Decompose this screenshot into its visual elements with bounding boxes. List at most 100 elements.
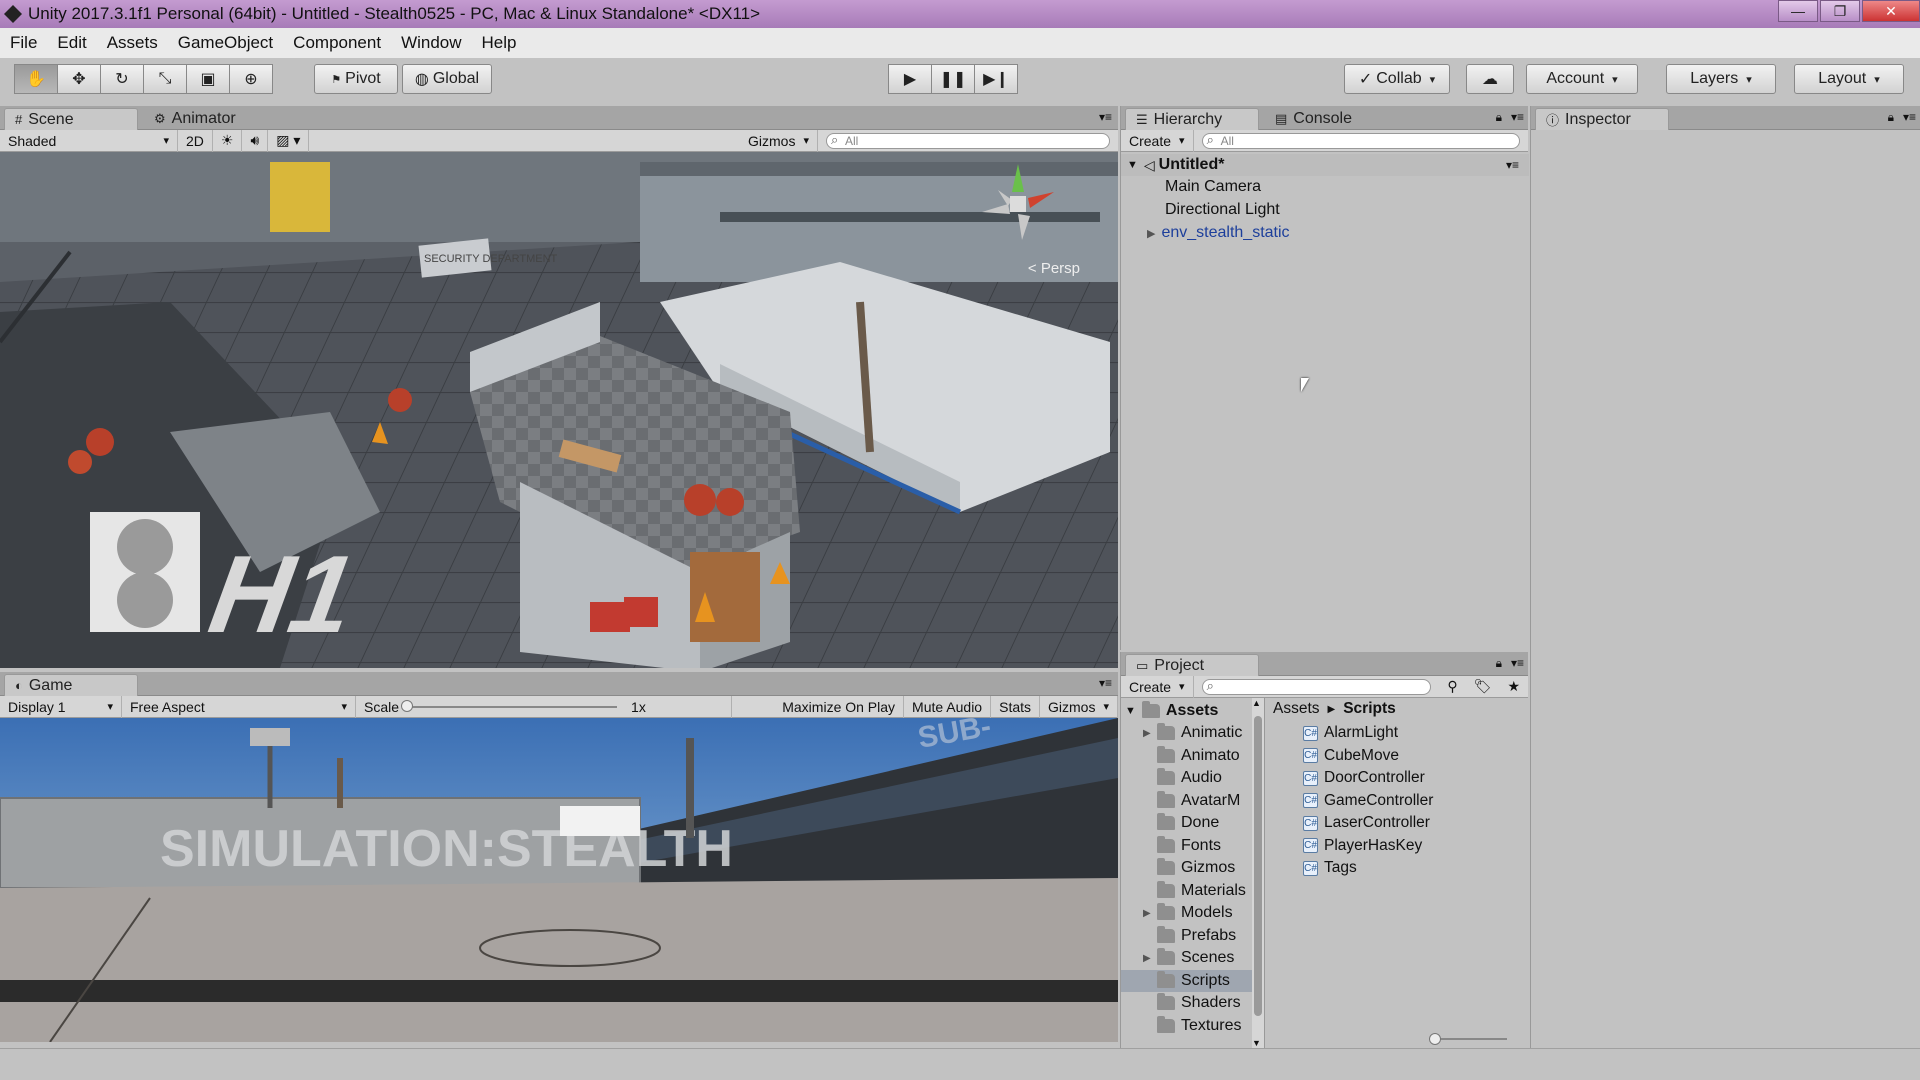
icon-size-slider-thumb[interactable] xyxy=(1429,1033,1441,1045)
rect-tool-icon[interactable]: ▣ xyxy=(186,64,230,94)
menu-assets[interactable]: Assets xyxy=(107,33,158,53)
breadcrumb-scripts[interactable]: Scripts xyxy=(1343,700,1396,718)
scene-search-input[interactable]: All xyxy=(826,132,1110,149)
menu-gameobject[interactable]: GameObject xyxy=(178,33,273,53)
folder-item[interactable]: Textures xyxy=(1121,1015,1255,1037)
game-gizmos-dropdown[interactable]: Gizmos xyxy=(1040,695,1118,718)
rotate-tool-icon[interactable]: ↻ xyxy=(100,64,144,94)
project-search-input[interactable] xyxy=(1201,678,1432,695)
game-panel-menu-icon[interactable]: ▾≡ xyxy=(1099,676,1112,690)
script-file-item[interactable]: C# LaserController xyxy=(1303,812,1433,835)
menu-window[interactable]: Window xyxy=(401,33,461,53)
script-file-item[interactable]: C# PlayerHasKey xyxy=(1303,835,1433,858)
maximize-on-play-toggle[interactable]: Maximize On Play xyxy=(774,695,905,718)
scene-gizmos-dropdown[interactable]: Gizmos xyxy=(740,129,818,152)
transform-tool-icon[interactable]: ⊕ xyxy=(229,64,273,94)
folder-item[interactable]: Audio xyxy=(1121,767,1255,789)
folder-item[interactable]: Prefabs xyxy=(1121,925,1255,947)
project-menu-icon[interactable]: ▾≡ xyxy=(1511,656,1524,670)
layout-dropdown[interactable]: Layout xyxy=(1794,64,1904,94)
scale-slider[interactable] xyxy=(401,699,618,712)
hierarchy-create-dropdown[interactable]: Create xyxy=(1121,129,1194,152)
global-toggle[interactable]: ◍ Global xyxy=(402,64,492,94)
folder-item[interactable]: Animato xyxy=(1121,745,1255,767)
cloud-button[interactable]: ☁ xyxy=(1466,64,1514,94)
folder-item[interactable]: ▶ Models xyxy=(1121,902,1255,924)
favorites-star-icon[interactable]: ★ xyxy=(1499,676,1528,698)
menu-component[interactable]: Component xyxy=(293,33,381,53)
project-create-dropdown[interactable]: Create xyxy=(1121,675,1194,698)
folder-item[interactable]: ▶ Scenes xyxy=(1121,947,1255,969)
project-lock-icon[interactable]: 🔒︎ xyxy=(1496,656,1502,671)
hierarchy-search-input[interactable]: All xyxy=(1201,132,1520,149)
assets-root[interactable]: ▼ Assets xyxy=(1125,700,1218,722)
move-tool-icon[interactable]: ✥ xyxy=(57,64,101,94)
inspector-menu-icon[interactable]: ▾≡ xyxy=(1903,110,1916,124)
folder-expand-icon[interactable]: ▶ xyxy=(1143,953,1157,964)
folder-expand-icon[interactable]: ▶ xyxy=(1143,728,1157,739)
tab-scene[interactable]: # Scene xyxy=(4,108,138,130)
script-file-item[interactable]: C# Tags xyxy=(1303,857,1433,880)
folder-item[interactable]: Gizmos xyxy=(1121,857,1255,879)
stats-toggle[interactable]: Stats xyxy=(991,695,1041,718)
folder-item[interactable]: Materials xyxy=(1121,880,1255,902)
scene-gizmo[interactable] xyxy=(978,162,1058,242)
tab-console[interactable]: ▤ Console xyxy=(1265,108,1366,130)
folder-item[interactable]: ▶ Animatic xyxy=(1121,722,1255,744)
panel-menu-icon[interactable]: ▾≡ xyxy=(1099,110,1112,124)
scroll-up-icon[interactable]: ▲ xyxy=(1252,698,1261,708)
lock-icon[interactable]: 🔒︎ xyxy=(1496,110,1502,125)
layers-dropdown[interactable]: Layers xyxy=(1666,64,1776,94)
tab-game[interactable]: ◐ Game xyxy=(4,674,138,696)
hierarchy-item-env-stealth-static[interactable]: ▶ env_stealth_static xyxy=(1147,222,1290,244)
persp-label[interactable]: < Persp xyxy=(1028,260,1080,277)
menu-edit[interactable]: Edit xyxy=(57,33,86,53)
menu-help[interactable]: Help xyxy=(482,33,517,53)
scene-root-row[interactable]: ▼ ◁ Untitled* ▾≡ xyxy=(1121,154,1529,176)
search-by-label-icon[interactable]: 🏷︎ xyxy=(1466,676,1500,698)
lighting-icon[interactable]: ☀ xyxy=(213,129,243,152)
hierarchy-menu-icon[interactable]: ▾≡ xyxy=(1511,110,1524,124)
folder-item[interactable]: Scripts xyxy=(1121,969,1255,992)
folder-item[interactable]: Done xyxy=(1121,812,1255,834)
hierarchy-item-main-camera[interactable]: Main Camera xyxy=(1165,176,1261,198)
script-file-item[interactable]: C# DoorController xyxy=(1303,767,1433,790)
collab-dropdown[interactable]: ✓ Collab xyxy=(1344,64,1450,94)
restore-button[interactable]: ❐ xyxy=(1820,0,1860,22)
minimize-button[interactable]: — xyxy=(1778,0,1818,22)
close-button[interactable]: ✕ xyxy=(1862,0,1920,22)
pause-icon[interactable]: ❚❚ xyxy=(931,64,975,94)
inspector-lock-icon[interactable]: 🔒︎ xyxy=(1888,110,1894,125)
scene-viewport[interactable]: H1 SECURITY DEPARTMENT < Persp xyxy=(0,152,1118,668)
scale-tool-icon[interactable]: ⤡ xyxy=(143,64,187,94)
mute-audio-toggle[interactable]: Mute Audio xyxy=(904,695,992,718)
script-file-item[interactable]: C# CubeMove xyxy=(1303,745,1433,768)
account-dropdown[interactable]: Account xyxy=(1526,64,1638,94)
2d-toggle[interactable]: 2D xyxy=(178,129,213,152)
tab-project[interactable]: ▭ Project xyxy=(1125,654,1259,676)
menu-file[interactable]: File xyxy=(10,33,37,53)
scene-menu-icon[interactable]: ▾≡ xyxy=(1506,158,1519,172)
aspect-dropdown[interactable]: Free Aspect xyxy=(122,695,356,718)
script-file-item[interactable]: C# AlarmLight xyxy=(1303,722,1433,745)
script-file-item[interactable]: C# GameController xyxy=(1303,790,1433,813)
folder-expand-icon[interactable]: ▶ xyxy=(1143,908,1157,919)
icon-size-slider[interactable] xyxy=(1429,1033,1507,1045)
folder-item[interactable]: Fonts xyxy=(1121,835,1255,857)
folder-item[interactable]: Shaders xyxy=(1121,992,1255,1014)
folder-item[interactable]: AvatarM xyxy=(1121,790,1255,812)
play-icon[interactable]: ▶ xyxy=(888,64,932,94)
folder-scrollbar[interactable]: ▲ ▼ xyxy=(1252,698,1264,1048)
effects-icon[interactable]: ▨ ▾ xyxy=(268,129,310,152)
audio-icon[interactable]: 🔊︎ xyxy=(242,129,269,152)
breadcrumb-assets[interactable]: Assets xyxy=(1273,700,1320,718)
tab-inspector[interactable]: ⓘ Inspector xyxy=(1535,108,1669,130)
scroll-down-icon[interactable]: ▼ xyxy=(1252,1038,1261,1048)
pivot-toggle[interactable]: ⚑ Pivot xyxy=(314,64,398,94)
step-icon[interactable]: ▶❙ xyxy=(974,64,1018,94)
hand-tool-icon[interactable]: ✋ xyxy=(14,64,58,94)
hierarchy-item-directional-light[interactable]: Directional Light xyxy=(1165,199,1280,221)
tab-animator[interactable]: ⚙ Animator xyxy=(144,108,250,130)
tab-hierarchy[interactable]: ☰ Hierarchy xyxy=(1125,108,1259,130)
game-viewport[interactable]: SUB- SIMULATION:STEALTH xyxy=(0,718,1118,1042)
